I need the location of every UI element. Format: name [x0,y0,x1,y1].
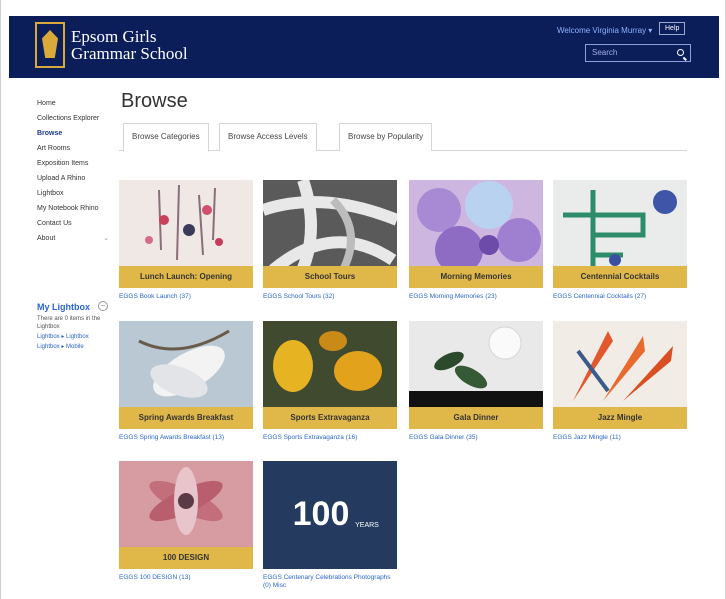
school-name[interactable]: Epsom Girls Grammar School [71,28,241,62]
category-card[interactable]: Sports Extravaganza EGGS Sports Extravag… [263,321,397,442]
sidebar-item-about-label: About [37,235,56,242]
search-icon[interactable] [677,49,684,56]
centenary-number: 100 [293,495,350,533]
category-banner: Spring Awards Breakfast [119,407,253,429]
search-placeholder: Search [592,48,618,57]
category-thumbnail[interactable]: Gala Dinner [409,321,543,429]
category-card[interactable]: Spring Awards Breakfast EGGS Spring Awar… [119,321,253,442]
sidebar-item-upload[interactable]: Upload A Rhino [37,171,109,186]
category-card[interactable]: Lunch Launch: Opening EGGS Book Launch (… [119,180,253,301]
category-thumbnail[interactable]: Spring Awards Breakfast [119,321,253,429]
sidebar-item-lightbox[interactable]: Lightbox [37,186,109,201]
category-thumbnail[interactable]: Morning Memories [409,180,543,288]
category-link[interactable]: EGGS Gala Dinner (35) [409,434,543,442]
category-banner: Gala Dinner [409,407,543,429]
chevron-down-icon: ⌄ [103,235,109,242]
category-thumbnail[interactable]: Centennial Cocktails [553,180,687,288]
tab-browse-access-levels[interactable]: Browse Access Levels [219,123,317,151]
category-thumbnail[interactable]: 100 DESIGN [119,461,253,569]
category-link[interactable]: EGGS Sports Extravaganza (16) [263,434,397,442]
lightbox-status: There are 0 items in the Lightbox [37,316,101,330]
category-thumbnail[interactable]: Sports Extravaganza [263,321,397,429]
page-title: Browse [121,90,188,112]
category-banner: Centennial Cocktails [553,266,687,288]
category-link[interactable]: EGGS Book Launch (37) [119,293,253,301]
category-thumbnail[interactable]: School Tours [263,180,397,288]
category-card[interactable]: 100 YEARS EGGS Centenary Celebrations Ph… [263,461,397,590]
category-banner: School Tours [263,266,397,288]
category-card[interactable]: Gala Dinner EGGS Gala Dinner (35) [409,321,543,442]
search-input[interactable]: Search [585,44,691,62]
category-card[interactable]: Jazz Mingle EGGS Jazz Mingle (11) [553,321,687,442]
school-name-line1: Epsom Girls [71,27,157,46]
lightbox-collapse-icon[interactable]: – [98,301,108,311]
category-card[interactable]: Centennial Cocktails EGGS Centennial Coc… [553,180,687,301]
sidebar-item-art-rooms[interactable]: Art Rooms [37,141,109,156]
sidebar-item-collections[interactable]: Collections Explorer [37,111,109,126]
tab-browse-categories[interactable]: Browse Categories [123,123,209,152]
category-card[interactable]: 100 DESIGN EGGS 100 DESIGN (13) [119,461,253,582]
site-header: Epsom Girls Grammar School Welcome Virgi… [9,16,719,78]
sidebar-item-contact[interactable]: Contact Us [37,216,109,231]
category-link[interactable]: EGGS Jazz Mingle (11) [553,434,687,442]
tab-browse-popularity[interactable]: Browse by Popularity [339,123,433,151]
sidebar-item-home[interactable]: Home [37,96,109,111]
category-thumbnail[interactable]: Lunch Launch: Opening [119,180,253,288]
lightbox-link[interactable]: Lightbox ▸ Lightbox [37,333,109,341]
browse-page: Epsom Girls Grammar School Welcome Virgi… [0,0,726,599]
category-link[interactable]: EGGS Centennial Cocktails (27) [553,293,687,301]
category-thumbnail[interactable]: 100 YEARS [263,461,397,569]
category-link[interactable]: EGGS School Tours (32) [263,293,397,301]
centenary-badge-image: 100 YEARS [263,461,397,569]
category-banner: 100 DESIGN [119,547,253,569]
sidebar-nav: Home Collections Explorer Browse Art Roo… [37,96,109,246]
school-name-line2: Grammar School [71,44,188,63]
category-banner: Jazz Mingle [553,407,687,429]
lightbox-panel: My Lightbox – There are 0 items in the L… [37,301,109,351]
category-link[interactable]: EGGS 100 DESIGN (13) [119,574,253,582]
sidebar-item-exposition[interactable]: Exposition Items [37,156,109,171]
category-link[interactable]: EGGS Morning Memories (23) [409,293,543,301]
category-card[interactable]: School Tours EGGS School Tours (32) [263,180,397,301]
help-button[interactable]: Help [659,22,686,35]
school-crest-logo[interactable] [35,22,65,68]
sidebar-item-notebook[interactable]: My Notebook Rhino [37,201,109,216]
category-banner: Lunch Launch: Opening [119,266,253,288]
category-banner: Morning Memories [409,266,543,288]
user-menu[interactable]: Welcome Virginia Murray ▾ [557,26,652,35]
sidebar-item-browse[interactable]: Browse [37,126,109,141]
category-thumbnail[interactable]: Jazz Mingle [553,321,687,429]
category-link[interactable]: EGGS Spring Awards Breakfast (13) [119,434,253,442]
centenary-years: YEARS [355,522,379,529]
browse-tabs: Browse Categories Browse Access Levels B… [119,123,687,152]
sidebar-item-about[interactable]: About ⌄ [37,231,109,246]
category-banner: Sports Extravaganza [263,407,397,429]
category-card[interactable]: Morning Memories EGGS Morning Memories (… [409,180,543,301]
lightbox-mobile-link[interactable]: Lightbox ▸ Mobile [37,343,109,351]
category-link[interactable]: EGGS Centenary Celebrations Photographs … [263,574,397,590]
